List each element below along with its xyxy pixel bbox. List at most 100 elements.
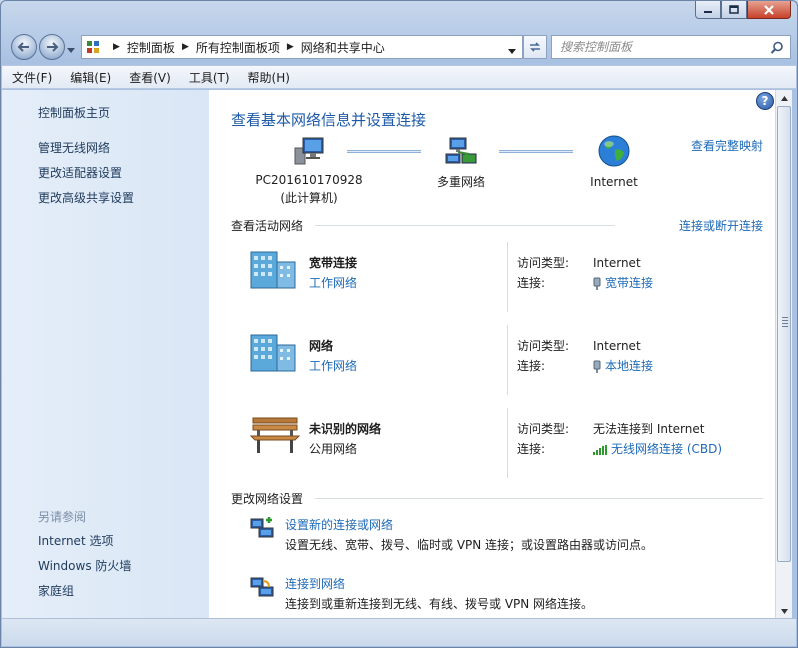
column-divider (507, 408, 508, 478)
back-button[interactable] (11, 34, 37, 60)
page-title: 查看基本网络信息并设置连接 (231, 111, 427, 129)
change-settings-heading: 更改网络设置 (231, 492, 304, 506)
vertical-scrollbar[interactable] (775, 90, 792, 619)
see-also-heading: 另请参阅 (38, 510, 87, 524)
connection-link[interactable]: 本地连接 (605, 359, 653, 373)
breadcrumb-network-center[interactable]: 网络和共享中心 (301, 39, 385, 56)
scroll-up-button[interactable] (776, 90, 792, 106)
computer-note: (此计算机) (280, 191, 338, 205)
network-entry: 未识别的网络 公用网络 访问类型: 无法连接到 Internet 连接: 无线网络连… (249, 408, 769, 482)
scrollbar-thumb[interactable] (777, 106, 791, 562)
sidebar-adapter-settings[interactable]: 更改适配器设置 (38, 164, 122, 181)
multiple-networks-icon (445, 137, 477, 164)
forward-button[interactable] (39, 34, 65, 60)
refresh-icon (530, 42, 540, 52)
office-building-icon (250, 251, 296, 289)
connection-link[interactable]: 无线网络连接 (CBD) (611, 442, 722, 456)
office-building-icon (250, 334, 296, 372)
access-type-value: Internet (593, 339, 641, 353)
network-entry: 宽带连接 工作网络 访问类型: Internet 连接: 宽带连接 (249, 242, 769, 316)
map-multiple-networks[interactable]: 多重网络 (427, 136, 495, 190)
see-also-firewall[interactable]: Windows 防火墙 (38, 557, 131, 574)
active-networks-heading: 查看活动网络 (231, 219, 304, 233)
section-divider (315, 498, 763, 499)
full-map-link[interactable]: 查看完整映射 (691, 137, 763, 154)
breadcrumb-control-panel[interactable]: 控制面板 (127, 39, 175, 56)
access-type-value: Internet (593, 256, 641, 270)
maximize-icon (729, 5, 739, 14)
close-icon (764, 4, 774, 15)
chevron-down-icon (780, 608, 788, 614)
search-icon[interactable] (770, 41, 784, 55)
sidebar-home-link[interactable]: 控制面板主页 (38, 104, 110, 121)
chevron-up-icon (780, 95, 788, 101)
maximize-button[interactable] (721, 1, 747, 19)
task-description: 设置无线、宽带、拨号、临时或 VPN 连接；或设置路由器或访问点。 (285, 538, 654, 552)
task-description: 连接到或重新连接到无线、有线、拨号或 VPN 网络连接。 (285, 597, 594, 611)
see-also-homegroup[interactable]: 家庭组 (38, 582, 74, 599)
access-type-value: 无法连接到 Internet (593, 422, 705, 436)
recent-pages-dropdown[interactable] (67, 43, 75, 57)
see-also-internet-options[interactable]: Internet 选项 (38, 532, 113, 549)
caption-buttons (695, 1, 791, 21)
chevron-down-icon (67, 48, 75, 53)
navigation-bar: ▶ 控制面板 ▶ 所有控制面板项 ▶ 网络和共享中心 (9, 32, 791, 60)
breadcrumb-all-items[interactable]: 所有控制面板项 (196, 39, 280, 56)
access-type-row: 访问类型: Internet (517, 254, 641, 271)
network-name: 未识别的网络 (309, 422, 382, 436)
access-type-label: 访问类型: (517, 339, 570, 353)
help-button[interactable]: ? (756, 92, 774, 110)
refresh-button[interactable] (523, 35, 547, 59)
minimize-button[interactable] (695, 1, 721, 19)
search-box[interactable] (551, 35, 791, 59)
globe-icon (598, 135, 630, 167)
chevron-down-icon (508, 49, 516, 54)
menu-file[interactable]: 文件(F) (12, 69, 52, 86)
plug-icon (593, 360, 601, 373)
close-button[interactable] (747, 1, 791, 19)
connection-label: 连接: (517, 276, 546, 290)
access-type-label: 访问类型: (517, 422, 570, 436)
map-computer[interactable]: PC201610170928 (此计算机) (255, 136, 363, 206)
breadcrumb-separator[interactable]: ▶ (287, 42, 294, 52)
connection-row: 连接: 无线网络连接 (CBD) (517, 440, 722, 457)
network-type-link[interactable]: 工作网络 (309, 274, 357, 291)
park-bench-icon (249, 417, 301, 453)
connect-to-network-link[interactable]: 连接到网络 (285, 575, 345, 592)
arrow-right-icon (47, 42, 59, 52)
menu-tools[interactable]: 工具(T) (189, 69, 230, 86)
plug-icon (593, 277, 601, 290)
network-name: 宽带连接 (309, 256, 358, 270)
map-internet[interactable]: Internet (579, 134, 649, 189)
menu-help[interactable]: 帮助(H) (248, 69, 290, 86)
map-connection-line (499, 150, 573, 153)
network-type-link[interactable]: 工作网络 (309, 357, 357, 374)
connection-row: 连接: 宽带连接 (517, 274, 653, 291)
map-connection-line (347, 150, 421, 153)
sidebar-advanced-sharing[interactable]: 更改高级共享设置 (38, 189, 134, 206)
scroll-down-button[interactable] (776, 603, 792, 619)
connect-disconnect-link[interactable]: 连接或断开连接 (679, 217, 763, 234)
new-connection-icon (250, 517, 274, 538)
breadcrumb: ▶ 控制面板 ▶ 所有控制面板项 ▶ 网络和共享中心 (106, 36, 385, 58)
menu-edit[interactable]: 编辑(E) (70, 69, 111, 86)
computer-icon (294, 137, 324, 165)
address-dropdown[interactable] (508, 44, 516, 58)
setup-connection-link[interactable]: 设置新的连接或网络 (285, 516, 393, 533)
section-divider (315, 225, 615, 226)
connection-row: 连接: 本地连接 (517, 357, 653, 374)
address-bar[interactable]: ▶ 控制面板 ▶ 所有控制面板项 ▶ 网络和共享中心 (81, 35, 523, 59)
breadcrumb-separator[interactable]: ▶ (113, 42, 120, 52)
status-bar (2, 618, 796, 646)
multiple-networks-label: 多重网络 (436, 175, 485, 189)
connection-label: 连接: (517, 359, 546, 373)
main-content: ? 查看基本网络信息并设置连接 查看完整映射 PC201610170928 (此… (209, 90, 775, 619)
arrow-left-icon (17, 42, 29, 52)
internet-label: Internet (590, 175, 638, 189)
breadcrumb-separator[interactable]: ▶ (182, 42, 189, 52)
connection-link[interactable]: 宽带连接 (605, 276, 653, 290)
menu-view[interactable]: 查看(V) (129, 69, 171, 86)
sidebar-manage-wireless[interactable]: 管理无线网络 (38, 139, 110, 156)
search-input[interactable] (560, 40, 760, 54)
access-type-row: 访问类型: 无法连接到 Internet (517, 420, 704, 437)
